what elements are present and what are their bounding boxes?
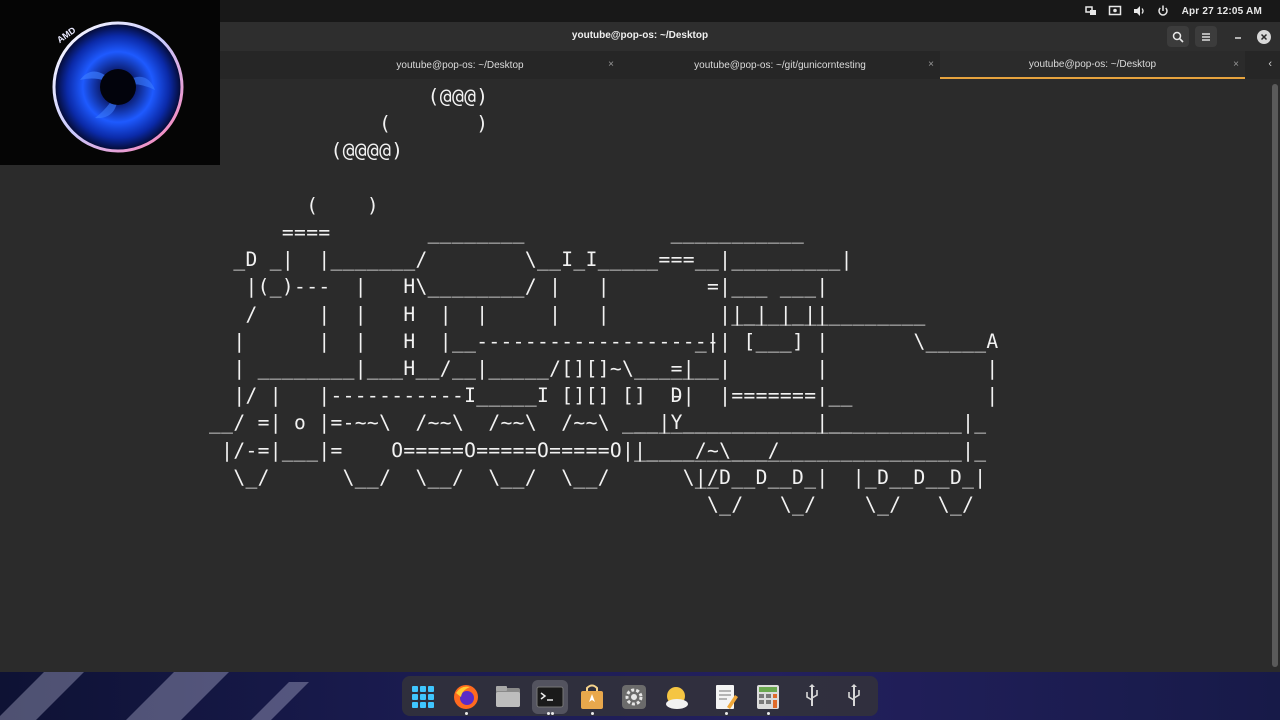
dock-settings[interactable] xyxy=(616,680,652,714)
running-indicator xyxy=(551,712,554,715)
tab-label: youtube@pop-os: ~/git/gunicorntesting xyxy=(694,59,866,71)
tab-overflow-chevron-icon[interactable]: ‹ xyxy=(1268,58,1272,70)
search-button[interactable] xyxy=(1167,26,1189,47)
screen-record-icon[interactable] xyxy=(1108,4,1122,18)
terminal-scrollbar[interactable] xyxy=(1272,84,1278,667)
dock-calculator[interactable] xyxy=(750,680,786,715)
tab-desktop-2[interactable]: youtube@pop-os: ~/Desktop × xyxy=(940,51,1245,79)
search-icon xyxy=(1172,31,1184,43)
dock-terminal[interactable] xyxy=(532,680,568,715)
dock-text-editor[interactable] xyxy=(708,680,744,715)
close-icon xyxy=(1260,33,1268,41)
usb-drive-2-icon xyxy=(848,684,860,706)
menu-button[interactable] xyxy=(1195,26,1217,47)
running-indicator xyxy=(724,712,728,715)
dock-firefox[interactable] xyxy=(448,680,484,715)
clock[interactable]: Apr 27 12:05 AM xyxy=(1182,3,1262,19)
running-indicator xyxy=(766,712,770,715)
usb-drive-icon xyxy=(806,684,818,706)
dock-usb-drive[interactable] xyxy=(794,680,830,714)
wallpaper-stripe xyxy=(126,672,229,720)
tab-label: youtube@pop-os: ~/Desktop xyxy=(396,59,524,71)
running-indicator xyxy=(464,712,468,715)
amd-fan-image xyxy=(52,21,184,153)
running-indicator xyxy=(590,712,594,715)
settings-icon xyxy=(622,685,646,709)
dock-files[interactable] xyxy=(490,680,526,714)
menu-icon xyxy=(1202,32,1210,41)
tab-desktop-1-body[interactable]: youtube@pop-os: ~/Desktop × xyxy=(300,51,620,79)
tab-gunicorntesting[interactable]: youtube@pop-os: ~/git/gunicorntesting × xyxy=(620,51,940,79)
system-tray[interactable] xyxy=(1084,3,1170,19)
terminal-output-area[interactable]: (@@@) ( ) (@@@@) ( ) ==== ________ _____… xyxy=(0,79,1270,672)
calculator-icon xyxy=(757,685,779,709)
minimize-icon xyxy=(1235,36,1241,39)
tab-close-icon[interactable]: × xyxy=(1233,59,1239,70)
running-indicator xyxy=(547,712,550,715)
app-grid-icon xyxy=(412,686,434,708)
pop-shop-icon xyxy=(581,684,603,709)
power-icon[interactable] xyxy=(1156,4,1170,18)
firefox-icon xyxy=(454,685,478,709)
wallpaper-stripe xyxy=(251,682,309,720)
tab-close-icon[interactable]: × xyxy=(928,59,934,70)
terminal-icon xyxy=(536,686,564,708)
text-editor-icon xyxy=(716,685,738,709)
close-button[interactable] xyxy=(1257,30,1271,44)
weather-icon xyxy=(666,687,688,709)
tab-close-icon[interactable]: × xyxy=(608,59,614,70)
wallpaper-stripe xyxy=(0,672,84,720)
tab-label: youtube@pop-os: ~/Desktop xyxy=(1028,58,1157,70)
terminal-output-tender: ________________ _| \_____A =| | -| | __… xyxy=(634,302,999,517)
minimize-button[interactable] xyxy=(1227,26,1249,47)
dock-pop-shop[interactable] xyxy=(574,680,610,715)
scrollbar-thumb[interactable] xyxy=(1272,84,1278,667)
dock-usb-drive-2[interactable] xyxy=(836,680,872,714)
screen: Apr 27 12:05 AM youtube@pop-os: ~/Deskto… xyxy=(0,0,1280,720)
dock xyxy=(402,676,878,716)
network-icon[interactable] xyxy=(1084,4,1098,18)
dock-weather[interactable] xyxy=(658,680,694,714)
dock-app-grid[interactable] xyxy=(405,680,441,714)
files-icon xyxy=(496,686,520,707)
volume-icon[interactable] xyxy=(1132,4,1146,18)
webcam-overlay: AMD xyxy=(0,0,220,165)
